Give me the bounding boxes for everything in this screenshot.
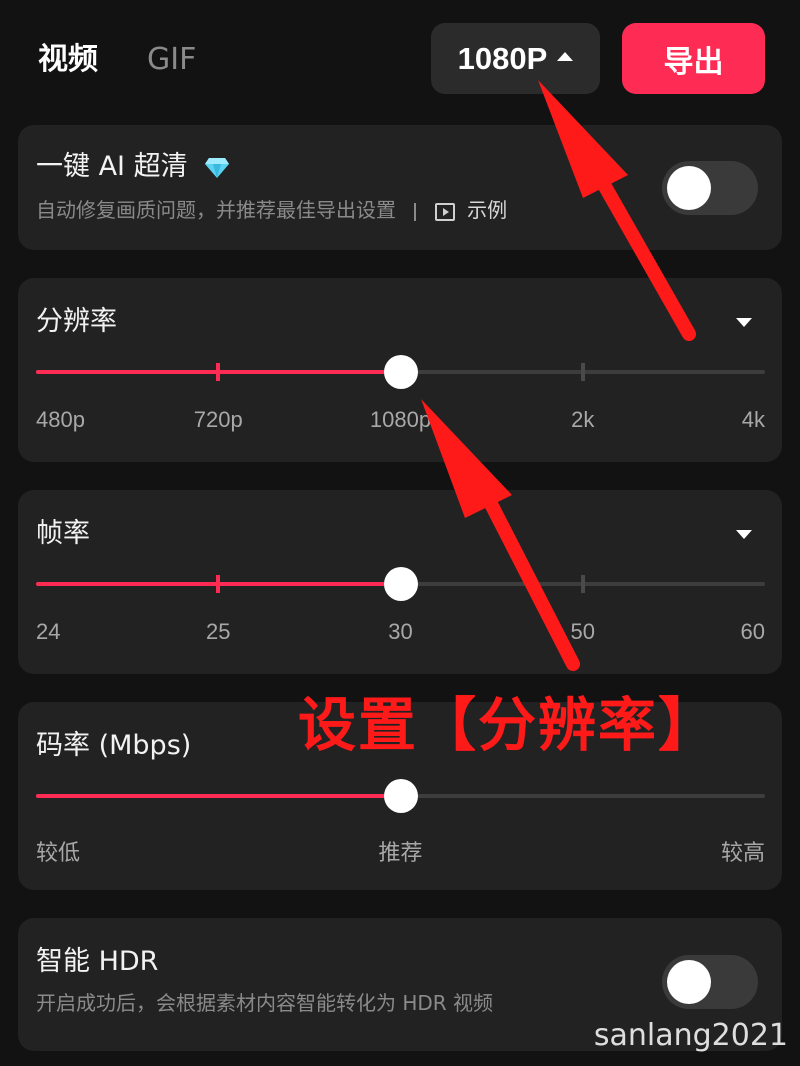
tick-label: 50 — [570, 619, 595, 644]
frame-rate-tick-labels: 24 25 30 50 60 — [36, 619, 765, 649]
caret-up-icon — [557, 52, 574, 61]
hdr-subtitle: 开启成功后，会根据素材内容智能转化为 HDR 视频 — [36, 991, 494, 1015]
hdr-title: 智能 HDR — [36, 946, 159, 977]
annotation-label: 设置【分辨率】 — [298, 691, 719, 759]
ai-enhance-card: 一键 AI 超清 自动修复画质问题，并推荐最佳导出设置 示例 — [18, 125, 782, 250]
tick-label: 24 — [36, 619, 61, 644]
bitrate-title: 码率 (Mbps) — [36, 730, 192, 761]
frame-rate-title: 帧率 — [36, 518, 90, 549]
toggle-knob — [667, 960, 711, 1004]
tick-label: 4k — [741, 407, 765, 432]
tick-label: 25 — [206, 619, 231, 644]
bitrate-slider[interactable] — [36, 776, 765, 816]
ai-enhance-toggle[interactable] — [662, 161, 758, 215]
diamond-icon — [205, 157, 230, 178]
play-icon — [434, 202, 455, 221]
hdr-toggle[interactable] — [662, 955, 758, 1009]
tick-label: 2k — [571, 407, 595, 432]
slider-fill — [36, 794, 401, 798]
tick-label: 60 — [740, 619, 765, 644]
resolution-card: 分辨率 480p 720p 1080p 2k 4k — [18, 278, 782, 462]
resolution-quick-label: 1080P — [457, 40, 548, 76]
tick-label: 30 — [388, 619, 413, 644]
tab-gif[interactable]: GIF — [147, 38, 196, 82]
tab-video[interactable]: 视频 — [38, 38, 98, 82]
example-label: 示例 — [467, 198, 508, 222]
tick-label: 1080p — [369, 407, 432, 432]
resolution-title: 分辨率 — [36, 306, 117, 337]
export-button[interactable]: 导出 — [622, 23, 765, 94]
bitrate-labels: 较低 推荐 较高 — [36, 835, 765, 866]
bitrate-label-high: 较高 — [720, 841, 765, 866]
watermark: sanlang2021 — [593, 1018, 788, 1053]
slider-tick-mark — [580, 575, 585, 593]
toggle-knob — [667, 166, 711, 210]
tick-label: 480p — [36, 407, 85, 432]
frame-rate-slider[interactable] — [36, 564, 765, 604]
slider-thumb[interactable] — [383, 355, 418, 389]
example-link[interactable]: 示例 — [434, 198, 508, 222]
slider-thumb[interactable] — [383, 779, 418, 813]
separator — [414, 202, 417, 221]
bitrate-label-low: 较低 — [36, 841, 81, 866]
frame-rate-card: 帧率 24 25 30 50 60 — [18, 490, 782, 674]
resolution-quick-button[interactable]: 1080P — [431, 23, 600, 94]
slider-tick-mark — [580, 363, 585, 381]
tick-label: 720p — [193, 407, 243, 432]
frame-rate-dropdown-icon[interactable] — [736, 530, 752, 539]
resolution-tick-labels: 480p 720p 1080p 2k 4k — [36, 407, 765, 437]
ai-enhance-subtitle-row: 自动修复画质问题，并推荐最佳导出设置 示例 — [36, 195, 507, 225]
resolution-slider[interactable] — [36, 352, 765, 392]
top-bar: 视频 GIF 1080P 导出 — [0, 0, 800, 118]
resolution-dropdown-icon[interactable] — [736, 318, 752, 327]
ai-enhance-subtitle: 自动修复画质问题，并推荐最佳导出设置 — [36, 198, 396, 222]
slider-tick-mark — [216, 575, 221, 593]
slider-thumb[interactable] — [383, 567, 418, 601]
bitrate-label-recommended: 推荐 — [378, 841, 423, 866]
ai-enhance-title-row: 一键 AI 超清 — [36, 147, 230, 187]
slider-tick-mark — [216, 363, 221, 381]
ai-enhance-title: 一键 AI 超清 — [36, 151, 188, 182]
